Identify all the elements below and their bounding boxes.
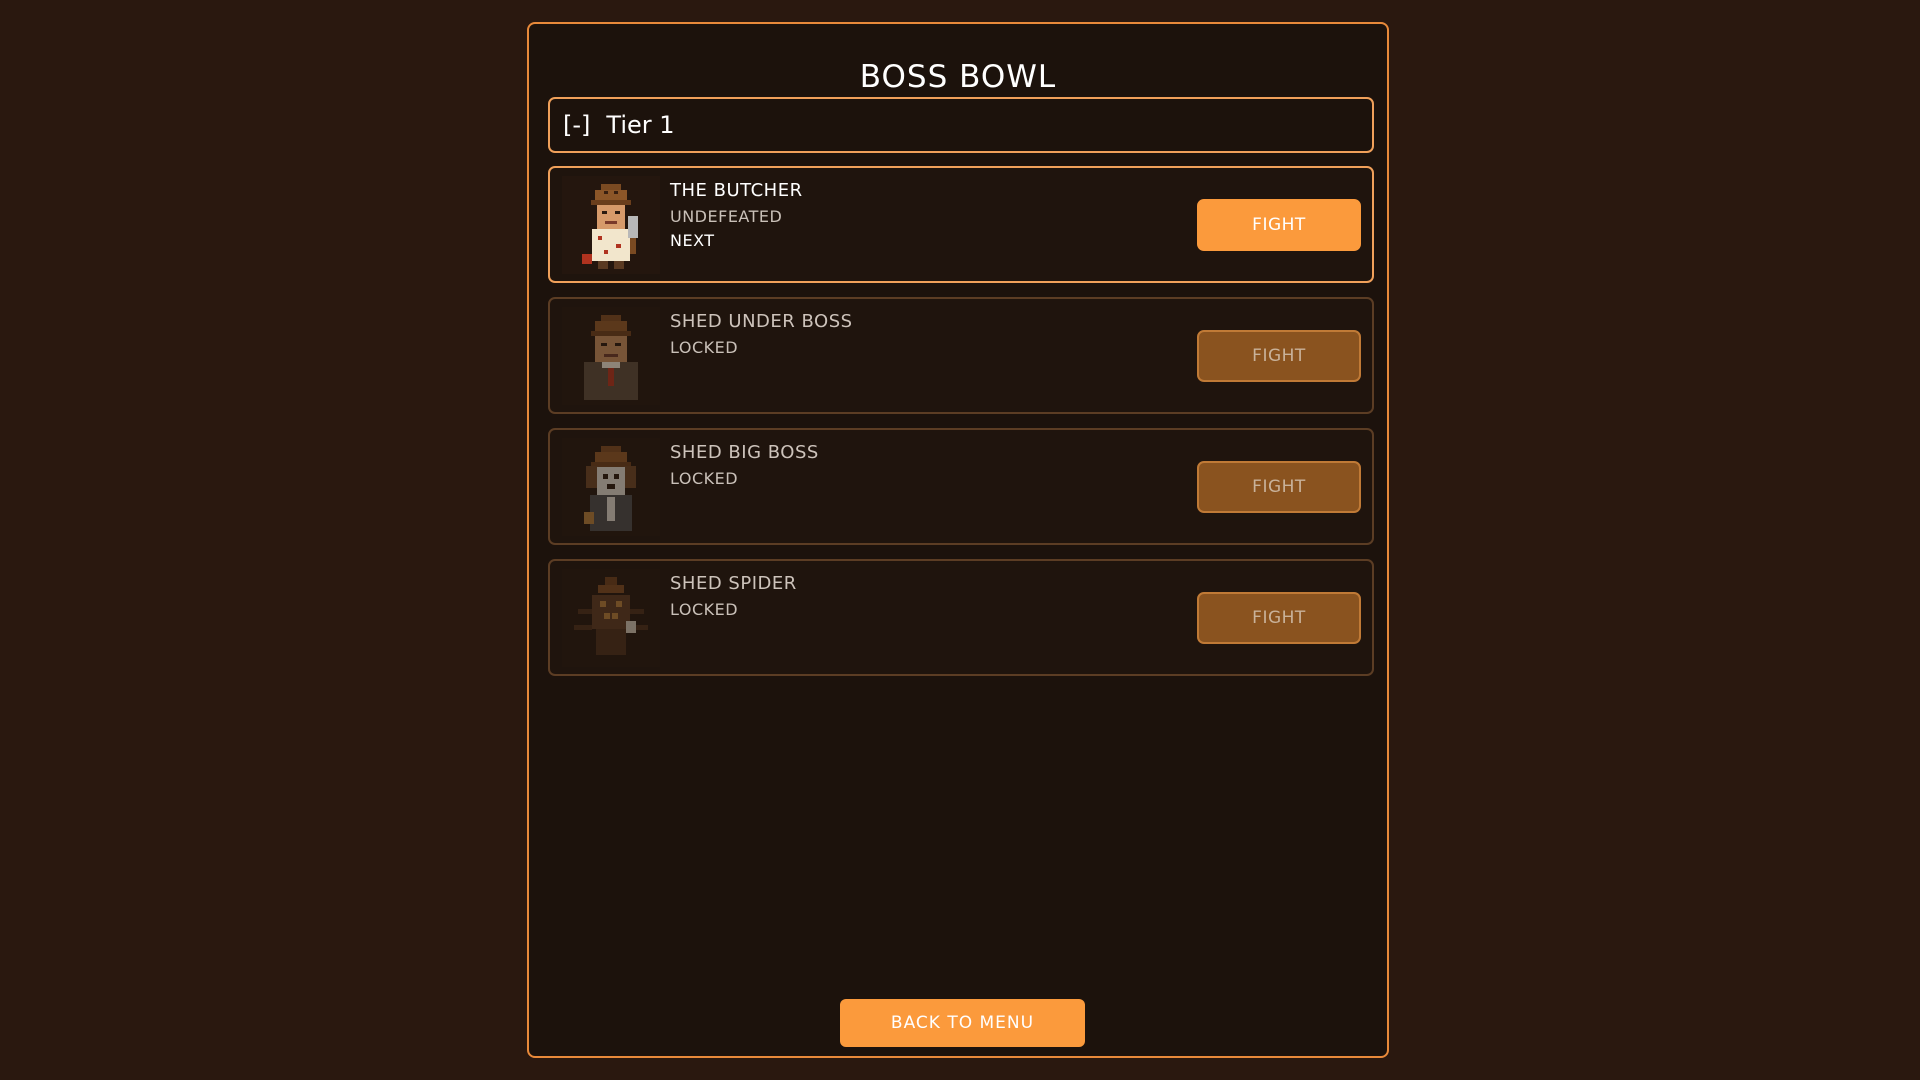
boss-status: LOCKED	[670, 469, 739, 488]
boss-bowl-panel: BOSS BOWL [-] Tier 1 THE BUTCHER UNDEFEA…	[527, 22, 1389, 1058]
back-to-menu-button[interactable]: BACK TO MENU	[840, 999, 1085, 1047]
boss-status: LOCKED	[670, 338, 739, 357]
butcher-portrait-icon	[562, 176, 660, 274]
collapse-toggle[interactable]: [-]	[563, 111, 590, 139]
fight-button-shed-big-boss[interactable]: FIGHT	[1197, 461, 1361, 513]
fight-button-shed-spider[interactable]: FIGHT	[1197, 592, 1361, 644]
boss-row-shed-big-boss: SHED BIG BOSS LOCKED FIGHT	[548, 428, 1374, 545]
tier-1-header[interactable]: [-] Tier 1	[548, 97, 1374, 153]
shed-spider-portrait-icon	[562, 569, 660, 667]
next-indicator: NEXT	[670, 231, 715, 250]
boss-name: SHED UNDER BOSS	[670, 311, 853, 332]
boss-row-the-butcher: THE BUTCHER UNDEFEATED NEXT FIGHT	[548, 166, 1374, 283]
shed-big-boss-portrait-icon	[562, 438, 660, 536]
fight-button-the-butcher[interactable]: FIGHT	[1197, 199, 1361, 251]
boss-row-shed-spider: SHED SPIDER LOCKED FIGHT	[548, 559, 1374, 676]
boss-name: SHED SPIDER	[670, 573, 797, 594]
shed-under-boss-portrait-icon	[562, 307, 660, 405]
boss-name: THE BUTCHER	[670, 180, 803, 201]
boss-status: LOCKED	[670, 600, 739, 619]
fight-button-shed-under-boss[interactable]: FIGHT	[1197, 330, 1361, 382]
boss-row-shed-under-boss: SHED UNDER BOSS LOCKED FIGHT	[548, 297, 1374, 414]
boss-status: UNDEFEATED	[670, 207, 783, 226]
boss-name: SHED BIG BOSS	[670, 442, 819, 463]
page-title: BOSS BOWL	[859, 59, 1057, 95]
tier-label: Tier 1	[606, 111, 675, 139]
